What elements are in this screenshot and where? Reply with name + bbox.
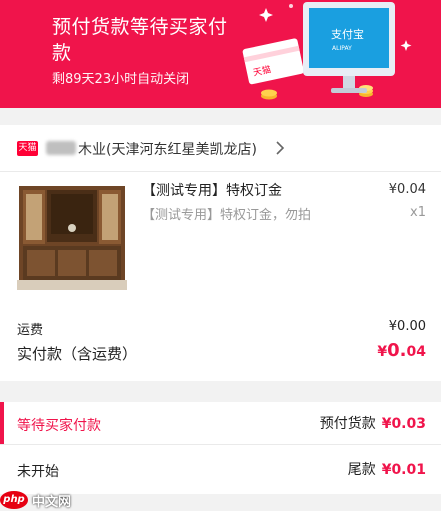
store-name: 木业(天津河东红星美凯龙店) bbox=[78, 142, 257, 158]
status-banner: 预付货款等待买家付款 剩89天23小时自动关闭 天猫 支付宝 ALIPAY bbox=[0, 0, 441, 108]
php-logo-badge: php bbox=[0, 491, 28, 509]
stage-amount: 预付货款 ¥0.03 bbox=[320, 413, 426, 433]
paid-dec: 04 bbox=[406, 344, 426, 360]
product-price: ¥0.04 bbox=[388, 182, 426, 197]
paid-label: 实付款（含运费） bbox=[17, 345, 138, 363]
product-title[interactable]: 【测试专用】特权订金 bbox=[142, 180, 282, 200]
stage-status: 未开始 bbox=[17, 464, 59, 480]
auto-close-countdown: 剩89天23小时自动关闭 bbox=[52, 72, 190, 87]
store-row[interactable]: 天猫 木业(天津河东红星美凯龙店) bbox=[0, 125, 441, 172]
payment-stages: 等待买家付款 预付货款 ¥0.03 未开始 尾款 ¥0.01 bbox=[0, 402, 441, 494]
tmall-icon: 天猫 bbox=[17, 141, 38, 156]
paid-int: 0. bbox=[387, 340, 407, 361]
stage-amount-value: ¥0.01 bbox=[381, 462, 426, 478]
screen-brand: 支付宝 bbox=[331, 27, 364, 41]
chevron-right-icon bbox=[276, 141, 285, 155]
stage-label: 尾款 bbox=[347, 462, 376, 478]
stage-amount-value: ¥0.03 bbox=[381, 416, 426, 432]
store-name-redacted bbox=[46, 141, 76, 155]
stage-status: 等待买家付款 bbox=[17, 418, 101, 434]
alipay-illustration: 天猫 支付宝 ALIPAY bbox=[242, 2, 412, 100]
stage-row: 等待买家付款 预付货款 ¥0.03 bbox=[0, 402, 441, 445]
site-watermark: php 中文网 bbox=[0, 490, 100, 510]
product-quantity: x1 bbox=[410, 205, 426, 220]
paid-amount: ¥0.04 bbox=[377, 340, 426, 361]
paid-currency: ¥ bbox=[377, 344, 388, 360]
stage-row: 未开始 尾款 ¥0.01 bbox=[0, 448, 441, 490]
freight-label: 运费 bbox=[17, 323, 44, 338]
active-stage-indicator bbox=[0, 402, 4, 444]
product-subtitle: 【测试专用】特权订金，勿拍 bbox=[142, 208, 312, 223]
stage-label: 预付货款 bbox=[319, 416, 376, 432]
stage-amount: 尾款 ¥0.01 bbox=[348, 459, 426, 479]
screen-sub: ALIPAY bbox=[332, 45, 352, 52]
order-card: 天猫 木业(天津河东红星美凯龙店) 【测试专用】特权订金 【测试专用】特权订金，… bbox=[0, 125, 441, 381]
order-status-title: 预付货款等待买家付款 bbox=[52, 16, 228, 64]
watermark-text: 中文网 bbox=[32, 494, 72, 510]
freight-value: ¥0.00 bbox=[388, 319, 426, 334]
product-image[interactable] bbox=[17, 180, 127, 290]
